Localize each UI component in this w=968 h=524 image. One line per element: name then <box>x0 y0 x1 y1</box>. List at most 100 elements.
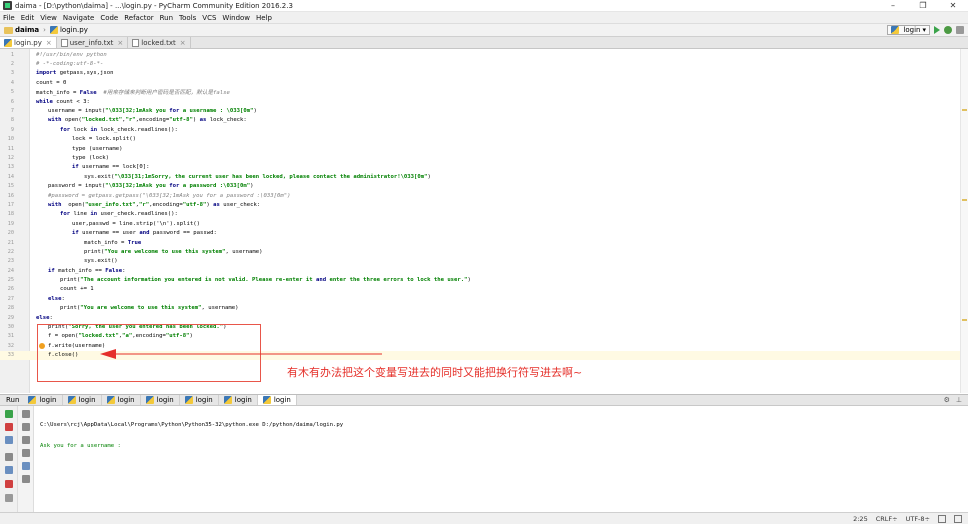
code-text: lock = lock.split() <box>72 136 136 143</box>
code-line: 28 print("You are welcome to use this sys… <box>0 304 960 313</box>
soft-wrap-icon[interactable] <box>22 436 30 444</box>
run-tab[interactable]: login <box>102 395 141 405</box>
line-number: 15 <box>7 183 14 190</box>
python-file-icon <box>4 38 12 47</box>
code-line: 1 #!/usr/bin/env python <box>0 50 960 59</box>
lightbulb-icon[interactable] <box>39 343 45 349</box>
code-line: 25 print("The account information you ent… <box>0 275 960 284</box>
close-tab-icon[interactable]: × <box>46 39 52 47</box>
code-text: for lock in lock_check.readlines(): <box>60 126 178 133</box>
restore-layout-icon[interactable] <box>5 453 13 461</box>
menu-help[interactable]: Help <box>253 14 275 22</box>
code-line: 27 else: <box>0 294 960 303</box>
stop-icon[interactable] <box>5 423 13 431</box>
close-tab-icon[interactable]: × <box>117 39 123 47</box>
chevron-down-icon: ▾ <box>922 26 926 34</box>
editor-scrollbar[interactable] <box>960 49 968 393</box>
menu-run[interactable]: Run <box>157 14 176 22</box>
file-encoding[interactable]: UTF-8÷ <box>906 515 930 523</box>
code-text: type (lock) <box>72 154 110 161</box>
run-tab[interactable]: login <box>219 395 258 405</box>
warning-marker[interactable] <box>962 109 967 111</box>
menu-view[interactable]: View <box>37 14 60 22</box>
lock-icon[interactable] <box>938 514 946 523</box>
close-tab-icon[interactable]: × <box>180 39 186 47</box>
pycharm-app-icon <box>3 1 12 10</box>
line-number: 33 <box>7 352 14 359</box>
hide-panel-icon[interactable]: ⊥ <box>956 396 962 404</box>
code-line: 18 for line in user_check.readlines(): <box>0 210 960 219</box>
menu-file[interactable]: File <box>0 14 18 22</box>
arrow-down-icon[interactable] <box>22 423 30 431</box>
menu-vcs[interactable]: VCS <box>199 14 219 22</box>
arrow-up-icon[interactable] <box>22 410 30 418</box>
console-output: C:\Users\rcj\AppData\Local\Programs\Pyth… <box>40 408 343 462</box>
line-number: 5 <box>10 89 14 96</box>
code-line: 2 # -*-coding:utf-8-*- <box>0 59 960 68</box>
code-line: 16 #password = getpass.getpass("\033[32;1… <box>0 191 960 200</box>
breadcrumb-file[interactable]: login.py <box>60 26 88 34</box>
pause-icon[interactable] <box>5 436 13 444</box>
code-line: 15 password = input("\033[32;1mAsk you fo… <box>0 181 960 190</box>
search-everywhere-icon[interactable] <box>956 26 964 34</box>
annotation-arrow <box>100 349 382 359</box>
menu-code[interactable]: Code <box>97 14 121 22</box>
line-number: 11 <box>7 145 14 152</box>
run-tab-label: login <box>117 396 135 404</box>
code-line: 5 match_info = False #用来存储来判断用户密码是否匹配，默认是… <box>0 88 960 97</box>
code-line: 12 type (lock) <box>0 153 960 162</box>
line-separator[interactable]: CRLF÷ <box>876 515 898 523</box>
run-tab-active[interactable]: login <box>257 395 297 405</box>
rerun-icon[interactable] <box>5 410 13 418</box>
line-number: 9 <box>10 126 14 133</box>
warning-marker[interactable] <box>962 319 967 321</box>
print-icon[interactable] <box>22 462 30 470</box>
run-tab[interactable]: login <box>141 395 180 405</box>
code-line: 22 print("You are welcome to use this sys… <box>0 247 960 256</box>
maximize-button[interactable]: ❐ <box>908 0 938 12</box>
code-text: print("The account information you enter… <box>60 277 471 284</box>
trash-icon[interactable] <box>22 475 30 483</box>
code-text: type (username) <box>72 145 123 152</box>
tab-user-info-txt[interactable]: user_info.txt × <box>56 37 129 48</box>
help-icon[interactable] <box>5 494 13 502</box>
menu-bar: File Edit View Navigate Code Refactor Ru… <box>0 12 968 23</box>
tab-login-py[interactable]: login.py × <box>0 37 57 48</box>
menu-navigate[interactable]: Navigate <box>60 14 97 22</box>
scroll-to-end-icon[interactable] <box>22 449 30 457</box>
run-icon[interactable] <box>934 26 940 34</box>
close-button[interactable]: ✕ <box>938 0 968 12</box>
pin-icon[interactable] <box>5 466 13 474</box>
line-number: 28 <box>7 305 14 312</box>
minimize-button[interactable]: – <box>878 0 908 12</box>
caret-position[interactable]: 2:25 <box>853 515 868 523</box>
settings-gear-icon[interactable]: ⚙ <box>944 396 950 404</box>
line-number: 25 <box>7 277 14 284</box>
close-icon[interactable] <box>5 480 13 488</box>
menu-refactor[interactable]: Refactor <box>121 14 156 22</box>
code-line: 21 match_info = True <box>0 238 960 247</box>
event-log-icon[interactable] <box>954 514 962 523</box>
code-text: print("You are welcome to use this syste… <box>84 248 263 255</box>
run-tab[interactable]: login <box>180 395 219 405</box>
debug-icon[interactable] <box>944 26 952 34</box>
run-tab[interactable]: login <box>63 395 102 405</box>
code-editor[interactable]: 1 #!/usr/bin/env python 2 # -*-coding:utf-8… <box>0 49 968 393</box>
run-tab-label: login <box>195 396 213 404</box>
run-tab[interactable]: login <box>23 395 63 405</box>
tab-locked-txt[interactable]: locked.txt × <box>128 37 191 48</box>
code-lines: 1 #!/usr/bin/env python 2 # -*-coding:utf-8… <box>0 50 960 360</box>
menu-tools[interactable]: Tools <box>176 14 199 22</box>
run-config-select[interactable]: login ▾ <box>887 25 930 35</box>
code-line: 19 user,passwd = line.strip('\n').split() <box>0 219 960 228</box>
line-number: 18 <box>7 211 14 218</box>
menu-window[interactable]: Window <box>219 14 253 22</box>
warning-marker[interactable] <box>962 199 967 201</box>
code-text: import getpass,sys,json <box>36 70 114 77</box>
menu-edit[interactable]: Edit <box>18 14 38 22</box>
breadcrumb-project[interactable]: daima <box>15 26 39 34</box>
code-line: 20 if username == user and password == pa… <box>0 228 960 237</box>
console-toolbar <box>0 406 18 512</box>
run-console[interactable]: C:\Users\rcj\AppData\Local\Programs\Pyth… <box>0 406 968 512</box>
line-number: 22 <box>7 248 14 255</box>
